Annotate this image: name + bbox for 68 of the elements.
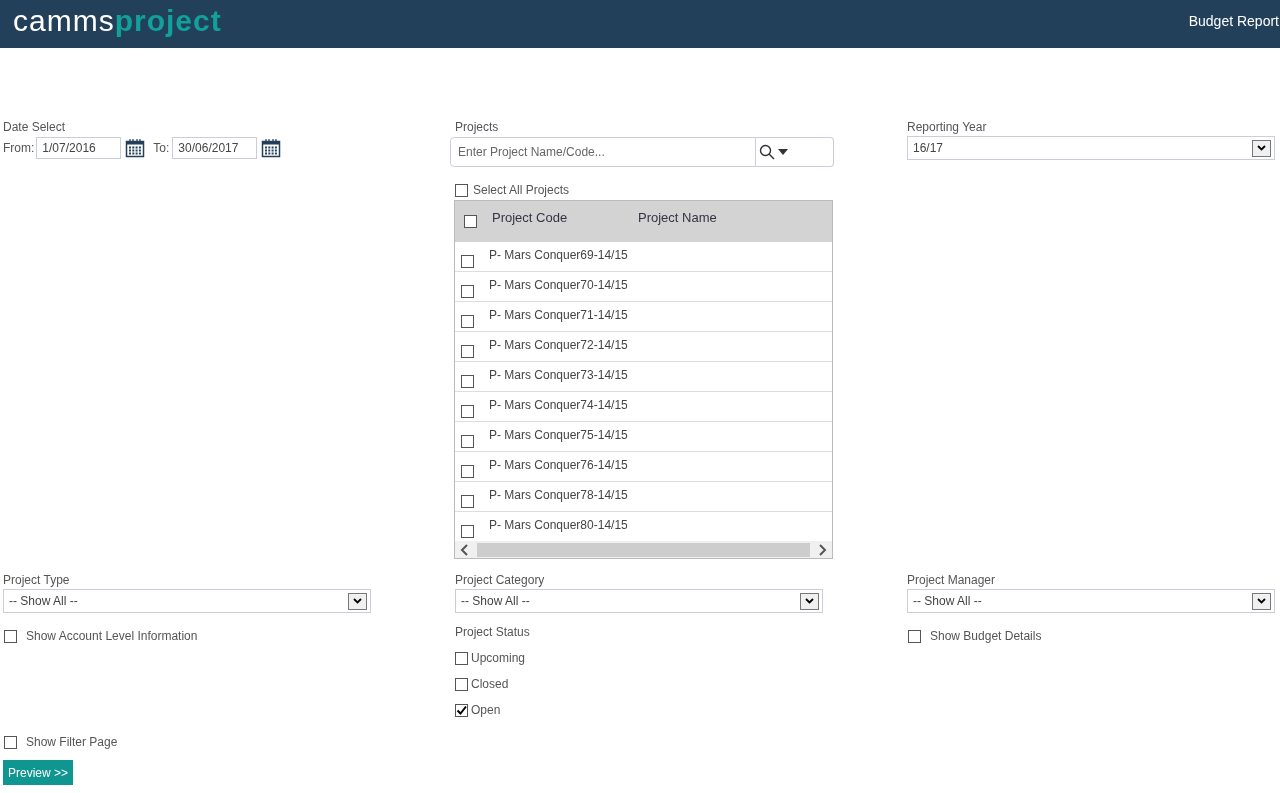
- checkbox-label: Select All Projects: [473, 182, 570, 199]
- field-label: To:: [153, 140, 170, 157]
- checkbox[interactable]: [461, 345, 474, 358]
- date-field[interactable]: 30/06/2017: [172, 137, 258, 159]
- table-cell-text: P- Mars Conquer73-14/15: [489, 367, 628, 384]
- checkbox[interactable]: [461, 435, 474, 448]
- checkbox[interactable]: [461, 375, 474, 388]
- field-label: From:: [3, 140, 35, 157]
- checkbox-label: Upcoming: [471, 650, 526, 667]
- chevron-left-icon[interactable]: [459, 543, 471, 556]
- search-dropdown-button[interactable]: [756, 137, 834, 167]
- checkbox[interactable]: [461, 405, 474, 418]
- chevron-down-icon: [353, 598, 362, 604]
- search-icon[interactable]: [759, 144, 775, 160]
- checkbox[interactable]: [461, 255, 474, 268]
- chevron-right-icon[interactable]: [816, 543, 828, 556]
- checkbox[interactable]: [461, 525, 474, 538]
- caret-down-icon[interactable]: [778, 149, 788, 155]
- checkbox[interactable]: [455, 651, 468, 665]
- checkbox[interactable]: [461, 285, 474, 298]
- column-header: Project Code: [492, 209, 569, 227]
- checkbox[interactable]: [908, 629, 921, 643]
- checkbox-label: Show Account Level Information: [26, 628, 198, 645]
- dropdown[interactable]: -- Show All --: [3, 589, 371, 613]
- horizontal-scrollbar[interactable]: [455, 541, 832, 558]
- date-field[interactable]: 1/07/2016: [36, 137, 122, 159]
- table-cell-text: P- Mars Conquer76-14/15: [489, 457, 628, 474]
- page-title: Budget Report: [1188, 12, 1279, 31]
- checkbox-label: Show Budget Details: [930, 628, 1042, 645]
- table-cell-text: P- Mars Conquer80-14/15: [489, 517, 628, 534]
- checkbox[interactable]: [4, 735, 17, 749]
- checkbox-label: Show Filter Page: [26, 734, 118, 751]
- field-label: Reporting Year: [907, 119, 988, 136]
- checkbox[interactable]: [455, 183, 468, 197]
- calendar-icon[interactable]: [125, 138, 146, 158]
- calendar-icon[interactable]: [261, 138, 282, 158]
- checkbox[interactable]: [461, 495, 474, 508]
- preview-button[interactable]: Preview >>: [3, 760, 74, 785]
- dropdown[interactable]: -- Show All --: [907, 589, 1275, 613]
- checkbox[interactable]: [455, 677, 468, 691]
- checkbox[interactable]: [461, 465, 474, 478]
- field-label: Date Select: [3, 119, 67, 136]
- field-label: Projects: [455, 119, 500, 136]
- column-header: Project Name: [638, 209, 717, 227]
- dropdown[interactable]: 16/17: [907, 136, 1275, 160]
- chevron-down-icon: [1257, 598, 1266, 604]
- dropdown[interactable]: -- Show All --: [455, 589, 823, 613]
- field-label: Project Status: [455, 624, 531, 641]
- table-cell-text: P- Mars Conquer78-14/15: [489, 487, 628, 504]
- field-label: Project Category: [455, 572, 546, 589]
- chevron-down-icon: [1257, 145, 1266, 151]
- chevron-down-icon: [805, 598, 814, 604]
- table-cell-text: P- Mars Conquer72-14/15: [489, 337, 628, 354]
- project-search-field[interactable]: Enter Project Name/Code...: [450, 137, 756, 167]
- table-cell-text: P- Mars Conquer74-14/15: [489, 397, 628, 414]
- checkbox[interactable]: [4, 629, 17, 643]
- table-cell-text: P- Mars Conquer71-14/15: [489, 307, 628, 324]
- checkbox-label: Closed: [471, 676, 509, 693]
- logo: cammsproject: [13, 4, 222, 38]
- checkbox[interactable]: [455, 703, 468, 717]
- table-cell-text: P- Mars Conquer70-14/15: [489, 277, 628, 294]
- field-label: Project Manager: [907, 572, 997, 589]
- table-cell-text: P- Mars Conquer75-14/15: [489, 427, 628, 444]
- field-label: Project Type: [3, 572, 71, 589]
- checkbox[interactable]: [464, 215, 477, 228]
- checkbox-label: Open: [471, 702, 501, 719]
- checkbox[interactable]: [461, 315, 474, 328]
- table-cell-text: P- Mars Conquer69-14/15: [489, 247, 628, 264]
